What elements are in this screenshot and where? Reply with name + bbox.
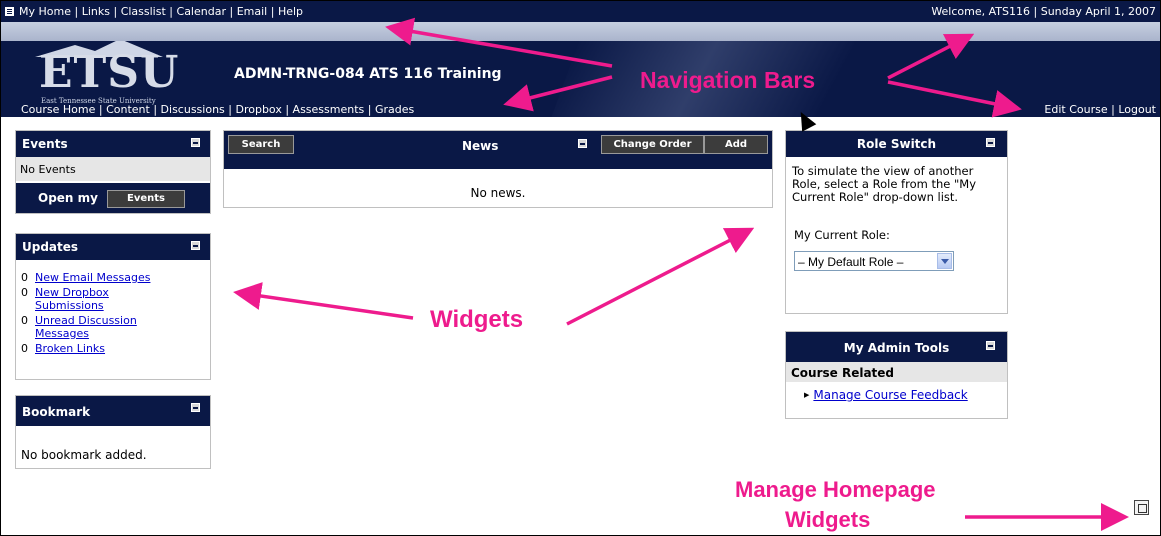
annotation-widgets: Widgets (430, 306, 524, 333)
top-nav-links: My Home | Links | Classlist | Calendar |… (5, 5, 303, 18)
events-title: Events (22, 137, 68, 151)
minimize-icon[interactable] (191, 138, 200, 147)
role-switch-header: Role Switch (786, 131, 1007, 157)
annotation-manage-homepage-widgets: Widgets (785, 507, 871, 532)
nav-course-home[interactable]: Course Home (21, 103, 95, 116)
logo-text: ETSU (39, 47, 180, 98)
update-link[interactable]: New Email Messages (35, 271, 150, 284)
news-header: Search News Change Order Add (224, 131, 772, 169)
welcome-text: Welcome, ATS116 (931, 5, 1030, 18)
updates-widget: Updates 0 New Email Messages 0 New Dropbox… (15, 233, 211, 380)
bookmark-empty: No bookmark added. (21, 448, 147, 462)
minimize-icon[interactable] (191, 403, 200, 412)
nav-discussions[interactable]: Discussions (161, 103, 225, 116)
nav-calendar[interactable]: Calendar (177, 5, 226, 18)
bookmark-header: Bookmark (16, 396, 210, 426)
banner-stripe (1, 22, 1160, 41)
search-button[interactable]: Search (228, 135, 294, 154)
course-navbar-right: Edit Course | Logout (1044, 103, 1156, 116)
role-switch-description: To simulate the view of another Role, se… (792, 164, 977, 204)
open-my-label: Open my (38, 191, 98, 205)
minimize-icon[interactable] (986, 341, 995, 350)
news-widget: Search News Change Order Add No news. (223, 130, 773, 208)
updates-header: Updates (16, 234, 210, 260)
date-text: Sunday April 1, 2007 (1040, 5, 1156, 18)
change-order-button[interactable]: Change Order (601, 135, 704, 154)
update-link[interactable]: Broken Links (35, 342, 105, 355)
news-empty: No news. (470, 186, 526, 200)
top-navbar: My Home | Links | Classlist | Calendar |… (1, 1, 1160, 22)
list-item: 0 Unread Discussion Messages (21, 314, 205, 340)
role-switch-widget: Role Switch To simulate the view of anot… (785, 130, 1008, 314)
course-title: ADMN-TRNG-084 ATS 116 Training (234, 66, 502, 82)
news-title: News (462, 139, 499, 153)
admin-tools-header: My Admin Tools (786, 332, 1007, 362)
updates-title: Updates (22, 240, 79, 254)
nav-grades[interactable]: Grades (375, 103, 414, 116)
nav-help[interactable]: Help (278, 5, 303, 18)
role-switch-title: Role Switch (856, 137, 937, 151)
course-navbar: Course Home | Content | Discussions | Dr… (21, 103, 415, 116)
update-link[interactable]: New Dropbox Submissions (35, 286, 145, 312)
admin-tools-section: Course Related (786, 362, 1007, 382)
events-footer: Open my Events (16, 183, 210, 213)
chevron-down-icon[interactable] (937, 253, 952, 269)
current-role-label: My Current Role: (794, 228, 890, 242)
open-events-button[interactable]: Events (107, 190, 185, 208)
minimize-icon[interactable] (986, 138, 995, 147)
admin-tools-title: My Admin Tools (843, 341, 950, 355)
admin-tools-widget: My Admin Tools Course Related ▶ Manage Co… (785, 331, 1008, 419)
manage-course-feedback-link[interactable]: Manage Course Feedback (813, 388, 967, 402)
nav-my-home[interactable]: My Home (19, 5, 71, 18)
nav-email[interactable]: Email (237, 5, 268, 18)
course-banner: ETSU East Tennessee State University ADM… (1, 41, 1160, 117)
manage-widgets-icon[interactable] (1134, 500, 1149, 515)
logout-link[interactable]: Logout (1118, 103, 1156, 116)
annotation-navigation-bars: Navigation Bars (640, 67, 816, 93)
role-select-value: – My Default Role – (798, 255, 904, 269)
role-select[interactable]: – My Default Role – (794, 251, 954, 271)
update-link[interactable]: Unread Discussion Messages (35, 314, 185, 340)
nav-classlist[interactable]: Classlist (121, 5, 166, 18)
top-nav-right: Welcome, ATS116 | Sunday April 1, 2007 (931, 5, 1156, 18)
list-item: 0 Broken Links (21, 342, 106, 355)
minimize-icon[interactable] (578, 139, 587, 148)
nav-dropbox[interactable]: Dropbox (235, 103, 281, 116)
events-widget: Events No Events Open my Events (15, 130, 211, 214)
nav-links[interactable]: Links (82, 5, 110, 18)
edit-course-link[interactable]: Edit Course (1044, 103, 1107, 116)
bookmark-title: Bookmark (22, 405, 91, 419)
bookmark-widget: Bookmark No bookmark added. (15, 395, 211, 469)
menu-icon[interactable] (5, 7, 14, 16)
nav-content[interactable]: Content (106, 103, 150, 116)
bullet-icon: ▶ (804, 391, 810, 399)
list-item: 0 New Email Messages (21, 271, 151, 284)
list-item: 0 New Dropbox Submissions (21, 286, 205, 312)
etsu-logo[interactable]: ETSU East Tennessee State University (35, 41, 178, 109)
add-button[interactable]: Add (704, 135, 768, 154)
annotation-manage-homepage: Manage Homepage (735, 477, 936, 502)
minimize-icon[interactable] (191, 241, 200, 250)
events-empty: No Events (16, 157, 210, 181)
nav-assessments[interactable]: Assessments (293, 103, 365, 116)
events-header: Events (16, 131, 210, 157)
